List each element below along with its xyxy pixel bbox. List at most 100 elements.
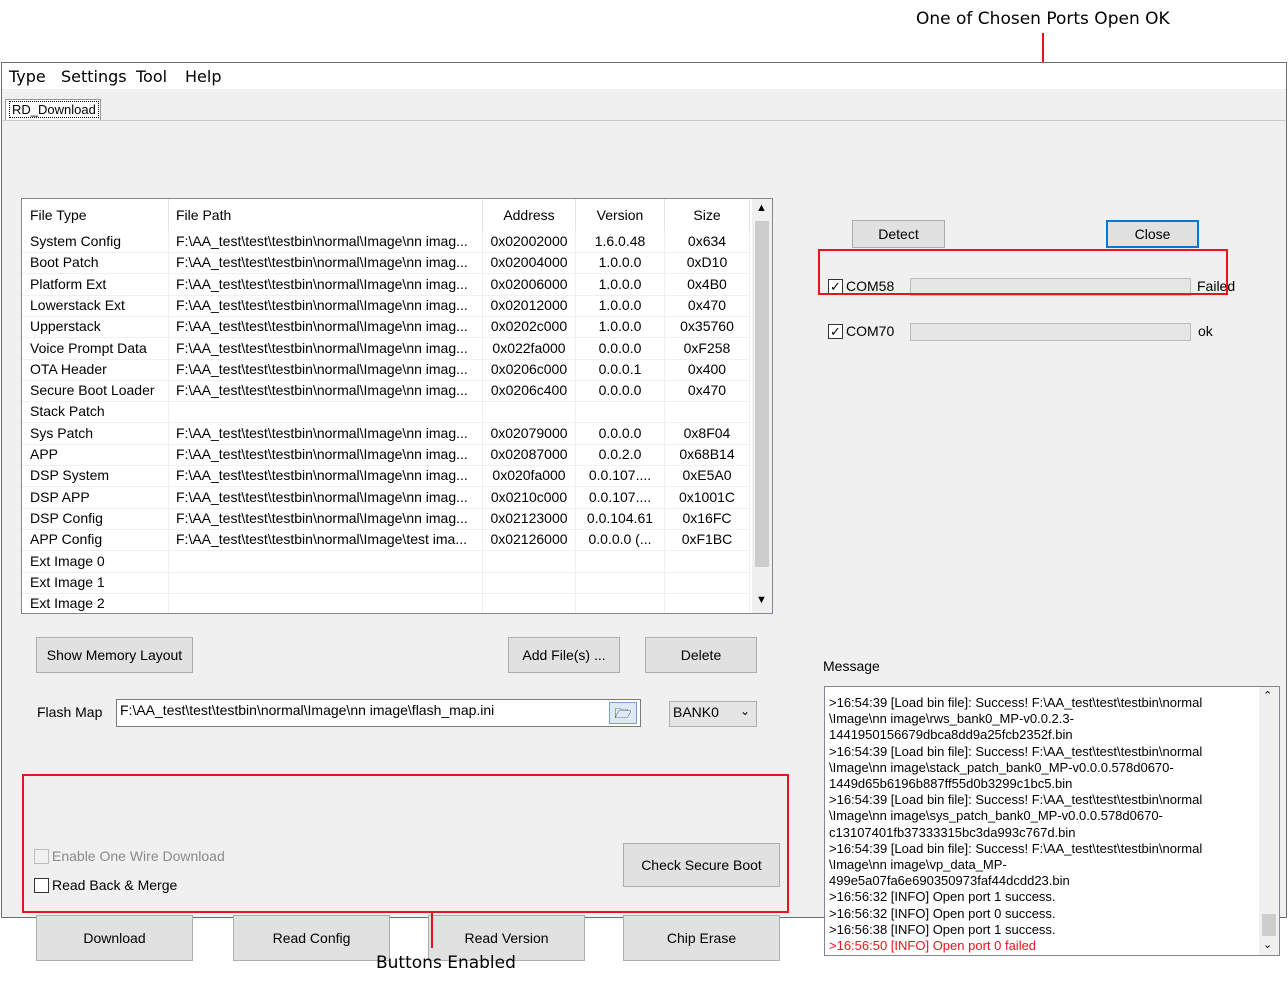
- address-cell: [483, 550, 576, 572]
- table-row[interactable]: Lowerstack Ext F:\AA_test\test\testbin\no…: [22, 294, 750, 317]
- menu-settings[interactable]: Settings: [61, 67, 127, 86]
- version-cell: 0.0.0.0: [576, 337, 665, 359]
- size-cell: [665, 571, 750, 593]
- size-cell: 0x35760: [665, 316, 750, 338]
- message-line: 499e5a07fa6e690350973faf44dcdd23.bin: [829, 873, 1070, 889]
- table-row[interactable]: DSP Config F:\AA_test\test\testbin\normal…: [22, 507, 750, 530]
- com70-progress-bar: [910, 323, 1191, 341]
- address-cell: 0x022fa000: [483, 337, 576, 359]
- version-cell: 1.0.0.0: [576, 294, 665, 316]
- table-row[interactable]: APP F:\AA_test\test\testbin\normal\Image\…: [22, 444, 750, 466]
- table-row[interactable]: Platform Ext F:\AA_test\test\testbin\norm…: [22, 273, 750, 296]
- file-type-cell: APP: [22, 444, 169, 465]
- detect-button[interactable]: Detect: [852, 220, 945, 248]
- size-cell: 0x16FC: [665, 507, 750, 529]
- table-row[interactable]: OTA Header F:\AA_test\test\testbin\normal…: [22, 358, 750, 381]
- menu-tool[interactable]: Tool: [136, 67, 167, 86]
- menu-help[interactable]: Help: [185, 67, 221, 86]
- com70-status: ok: [1198, 323, 1213, 339]
- menu-type[interactable]: Type: [9, 67, 46, 86]
- chip-erase-button[interactable]: Chip Erase: [623, 915, 780, 961]
- message-line: 1441950156679dbca8dd9a25fcb2352f.bin: [829, 727, 1073, 743]
- address-cell: 0x02123000: [483, 507, 576, 529]
- scroll-down-icon[interactable]: ⌄: [1263, 938, 1272, 951]
- table-row[interactable]: DSP APP F:\AA_test\test\testbin\normal\Im…: [22, 486, 750, 509]
- message-line: >16:54:39 [Load bin file]: Success! F:\A…: [829, 792, 1203, 808]
- message-scrollbar[interactable]: ⌃ ⌄: [1259, 687, 1279, 955]
- message-line-error: >16:56:50 [INFO] Open port 0 failed: [829, 938, 1037, 953]
- table-row[interactable]: DSP System F:\AA_test\test\testbin\normal…: [22, 465, 750, 488]
- address-cell: 0x0202c000: [483, 316, 576, 338]
- address-cell: 0x02079000: [483, 422, 576, 444]
- col-header-file-type[interactable]: File Type: [22, 199, 169, 231]
- message-line: >16:54:39 [Load bin file]: Success! F:\A…: [829, 840, 1203, 856]
- download-button[interactable]: Download: [36, 915, 193, 961]
- bank-select-value: BANK0: [673, 704, 719, 720]
- file-path-cell: F:\AA_test\test\testbin\normal\Image\nn …: [169, 507, 483, 529]
- col-header-size[interactable]: Size: [665, 199, 750, 231]
- size-cell: 0x470: [665, 380, 750, 402]
- file-path-cell: F:\AA_test\test\testbin\normal\Image\nn …: [169, 337, 483, 359]
- message-line: c13107401fb37333315bc3da993c767d.bin: [829, 824, 1076, 840]
- chevron-down-icon: ⌄: [739, 704, 750, 718]
- table-row[interactable]: Secure Boot Loader F:\AA_test\test\testbi…: [22, 380, 750, 403]
- address-cell: 0x020fa000: [483, 465, 576, 487]
- table-row[interactable]: Sys Patch F:\AA_test\test\testbin\normal\…: [22, 422, 750, 445]
- table-row[interactable]: APP Config F:\AA_test\test\testbin\normal…: [22, 529, 750, 552]
- scroll-up-icon[interactable]: ⌃: [1263, 689, 1272, 702]
- add-files-button[interactable]: Add File(s) ...: [508, 637, 620, 673]
- bank-select[interactable]: BANK0 ⌄: [669, 701, 757, 727]
- table-row[interactable]: Ext Image 0: [22, 550, 750, 573]
- browse-folder-icon[interactable]: 🗁: [609, 702, 637, 724]
- file-type-cell: DSP APP: [22, 486, 169, 508]
- message-log: >16:54:39 [Load bin file]: Success! F:\A…: [824, 686, 1280, 956]
- file-type-cell: Platform Ext: [22, 273, 169, 295]
- scroll-up-icon[interactable]: ▲: [756, 202, 767, 214]
- file-path-cell: F:\AA_test\test\testbin\normal\Image\nn …: [169, 465, 483, 487]
- version-cell: 0.0.0.0: [576, 422, 665, 444]
- com70-checkbox[interactable]: ✓: [828, 324, 843, 339]
- table-row[interactable]: System Config F:\AA_test\test\testbin\nor…: [22, 231, 750, 253]
- size-cell: [665, 550, 750, 572]
- table-row[interactable]: Ext Image 2: [22, 593, 750, 613]
- size-cell: 0x68B14: [665, 444, 750, 465]
- file-path-cell: [169, 571, 483, 593]
- file-table-scrollbar[interactable]: ▲ ▼: [752, 199, 772, 613]
- message-line: >16:54:39 [Load bin file]: Success! F:\A…: [829, 695, 1203, 710]
- file-path-cell: F:\AA_test\test\testbin\normal\Image\nn …: [169, 422, 483, 444]
- table-row[interactable]: Upperstack F:\AA_test\test\testbin\normal…: [22, 316, 750, 339]
- address-cell: 0x02002000: [483, 231, 576, 252]
- file-type-cell: Secure Boot Loader: [22, 380, 169, 402]
- file-path-cell: [169, 593, 483, 613]
- delete-button[interactable]: Delete: [645, 637, 757, 673]
- table-row[interactable]: Stack Patch: [22, 401, 750, 424]
- col-header-version[interactable]: Version: [576, 199, 665, 231]
- table-row[interactable]: Ext Image 1: [22, 571, 750, 594]
- tab-rd-download[interactable]: RD_Download: [5, 99, 101, 121]
- table-row[interactable]: Boot Patch F:\AA_test\test\testbin\normal…: [22, 252, 750, 275]
- scroll-thumb[interactable]: [755, 221, 769, 567]
- size-cell: 0x1001C: [665, 486, 750, 508]
- version-cell: 0.0.0.0: [576, 380, 665, 402]
- show-memory-layout-button[interactable]: Show Memory Layout: [36, 637, 193, 673]
- com70-label: COM70: [846, 323, 895, 339]
- message-line: \Image\nn image\rws_bank0_MP-v0.0.2.3-: [829, 711, 1074, 727]
- size-cell: [665, 593, 750, 613]
- col-header-file-path[interactable]: File Path: [169, 199, 483, 231]
- scroll-down-icon[interactable]: ▼: [756, 594, 767, 606]
- col-header-address[interactable]: Address: [483, 199, 576, 231]
- version-cell: 1.0.0.0: [576, 273, 665, 295]
- message-line: >16:56:32 [INFO] Open port 0 success.: [829, 905, 1056, 921]
- size-cell: 0x4B0: [665, 273, 750, 295]
- version-cell: 0.0.107....: [576, 465, 665, 487]
- message-line: \Image\nn image\stack_patch_bank0_MP-v0.…: [829, 759, 1174, 775]
- read-config-button[interactable]: Read Config: [233, 915, 390, 961]
- size-cell: 0xE5A0: [665, 465, 750, 487]
- flash-map-path-input[interactable]: F:\AA_test\test\testbin\normal\Image\nn …: [116, 699, 641, 727]
- file-path-cell: F:\AA_test\test\testbin\normal\Image\nn …: [169, 231, 483, 252]
- close-button[interactable]: Close: [1106, 220, 1199, 248]
- version-cell: [576, 401, 665, 423]
- file-path-cell: F:\AA_test\test\testbin\normal\Image\tes…: [169, 529, 483, 551]
- scroll-thumb[interactable]: [1262, 914, 1276, 936]
- table-row[interactable]: Voice Prompt Data F:\AA_test\test\testbin…: [22, 337, 750, 360]
